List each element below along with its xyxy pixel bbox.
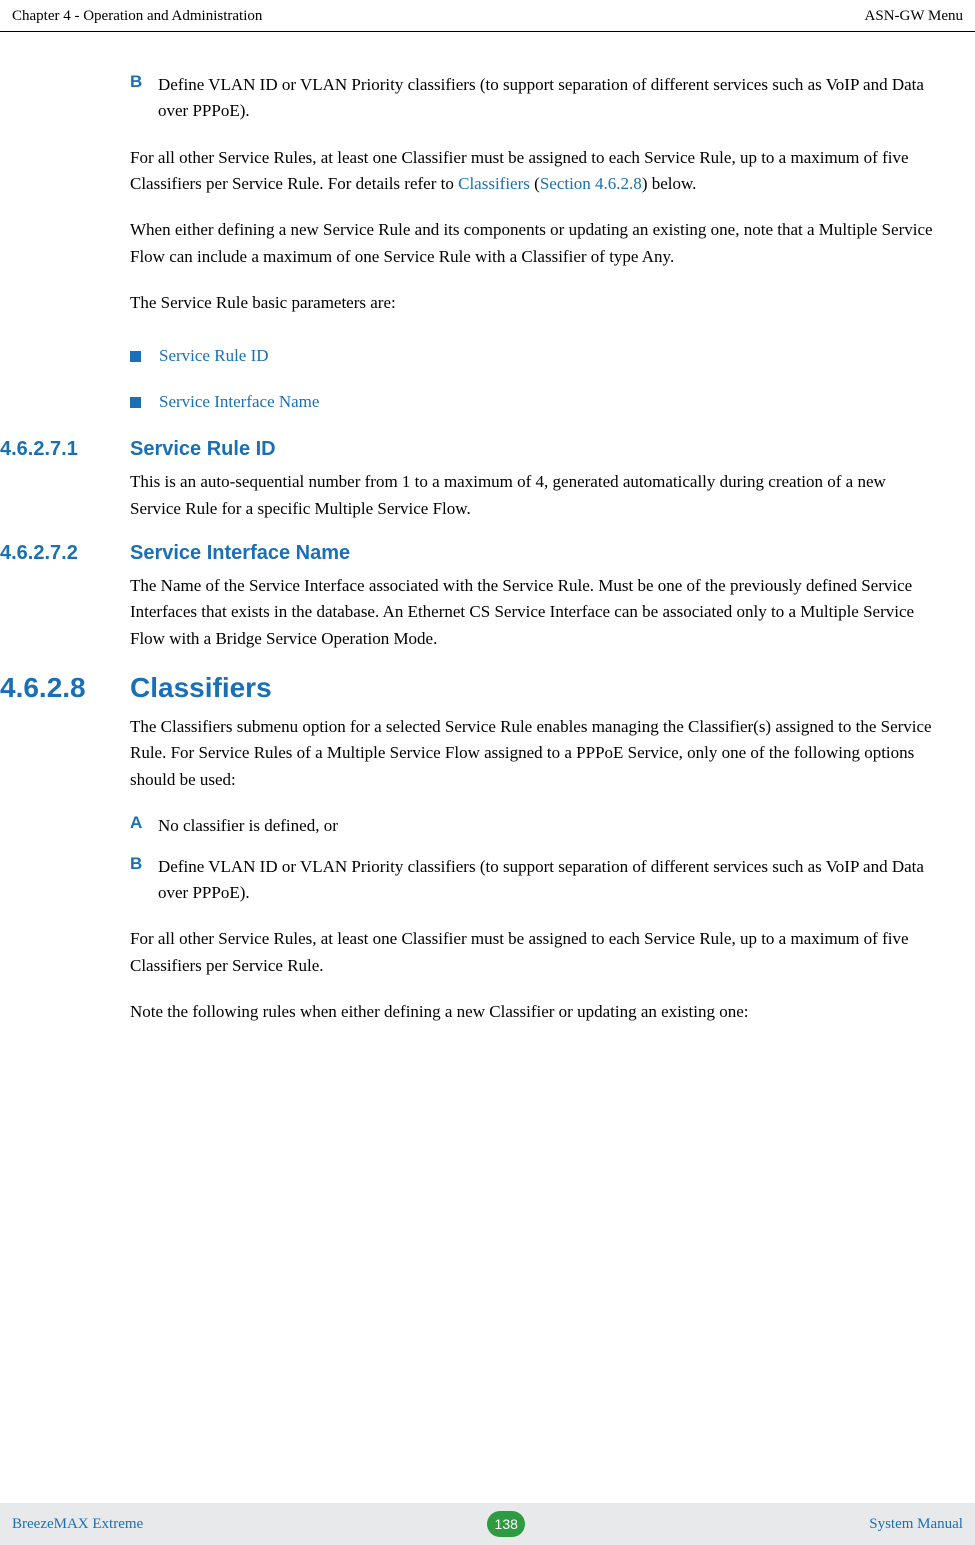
section-body-2: The Name of the Service Interface associ… — [130, 573, 935, 652]
paragraph-classifier-ref: For all other Service Rules, at least on… — [130, 145, 935, 198]
paragraph-classifier-rules: Note the following rules when either def… — [130, 999, 935, 1025]
bullet-service-interface-name: Service Interface Name — [130, 392, 935, 412]
list-item-a: A No classifier is defined, or — [130, 813, 935, 839]
section-4-6-2-7-1: 4.6.2.7.1 Service Rule ID — [0, 438, 935, 461]
list-item-b-bottom: B Define VLAN ID or VLAN Priority classi… — [130, 854, 935, 907]
list-letter-a: A — [130, 813, 158, 839]
page-number-badge: 138 — [487, 1511, 525, 1537]
section-number: 4.6.2.7.1 — [0, 438, 130, 461]
list-text-b: Define VLAN ID or VLAN Priority classifi… — [158, 72, 935, 125]
link-classifiers[interactable]: Classifiers — [458, 174, 530, 193]
header-left: Chapter 4 - Operation and Administration — [12, 8, 262, 25]
list-letter-b: B — [130, 72, 158, 125]
para1-mid: ( — [530, 174, 540, 193]
header-right: ASN-GW Menu — [865, 8, 963, 25]
footer-right: System Manual — [869, 1516, 963, 1533]
bullet-square-icon — [130, 351, 141, 362]
section-number: 4.6.2.7.2 — [0, 542, 130, 565]
section-title: Service Rule ID — [130, 438, 276, 461]
section-number: 4.6.2.8 — [0, 672, 130, 704]
section-4-6-2-7-2: 4.6.2.7.2 Service Interface Name — [0, 542, 935, 565]
bullet-text-2[interactable]: Service Interface Name — [159, 392, 319, 412]
section-title: Classifiers — [130, 672, 272, 704]
list-letter-b2: B — [130, 854, 158, 907]
section-body-1: This is an auto-sequential number from 1… — [130, 469, 935, 522]
list-text-a: No classifier is defined, or — [158, 813, 338, 839]
footer-left: BreezeMAX Extreme — [12, 1516, 143, 1533]
page-footer: BreezeMAX Extreme 138 System Manual — [0, 1503, 975, 1545]
paragraph-service-rule-note: When either defining a new Service Rule … — [130, 217, 935, 270]
paragraph-max-classifiers: For all other Service Rules, at least on… — [130, 926, 935, 979]
page-header: Chapter 4 - Operation and Administration… — [0, 0, 975, 32]
paragraph-basic-params: The Service Rule basic parameters are: — [130, 290, 935, 316]
para1-post: ) below. — [642, 174, 697, 193]
bullet-service-rule-id: Service Rule ID — [130, 346, 935, 366]
bullet-square-icon — [130, 397, 141, 408]
link-section-4628[interactable]: Section 4.6.2.8 — [540, 174, 642, 193]
list-text-b2: Define VLAN ID or VLAN Priority classifi… — [158, 854, 935, 907]
page-content: B Define VLAN ID or VLAN Priority classi… — [0, 32, 975, 1025]
bullet-text-1[interactable]: Service Rule ID — [159, 346, 269, 366]
list-item-b-top: B Define VLAN ID or VLAN Priority classi… — [130, 72, 935, 125]
section-4-6-2-8: 4.6.2.8 Classifiers — [0, 672, 935, 704]
section-body-3: The Classifiers submenu option for a sel… — [130, 714, 935, 793]
section-title: Service Interface Name — [130, 542, 350, 565]
